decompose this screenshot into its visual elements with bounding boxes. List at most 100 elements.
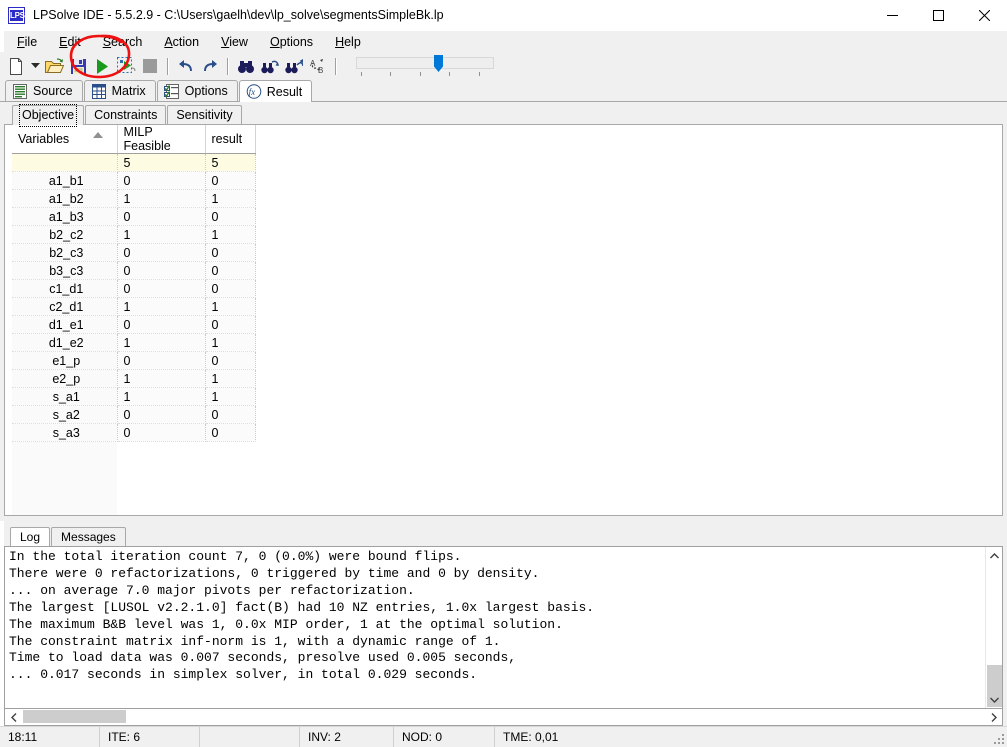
tab-sensitivity[interactable]: Sensitivity bbox=[167, 105, 242, 124]
row-result: 0 bbox=[205, 279, 256, 298]
menu-help-accel: H bbox=[335, 34, 345, 49]
run-play-icon[interactable] bbox=[90, 54, 114, 78]
row-milp-feasible: 0 bbox=[117, 243, 206, 262]
log-vertical-scrollbar[interactable] bbox=[985, 547, 1002, 708]
menu-options-rest: ptions bbox=[279, 34, 314, 49]
replace-ab-icon[interactable]: A B bbox=[306, 54, 330, 78]
objective-value-row[interactable]: 5 5 bbox=[12, 153, 256, 172]
chevron-down-icon[interactable] bbox=[28, 54, 42, 78]
row-result: 0 bbox=[205, 171, 256, 190]
tab-source-label: Source bbox=[33, 84, 73, 98]
column-header-variables-label: Variables bbox=[18, 132, 70, 146]
scroll-down-icon[interactable] bbox=[986, 691, 1003, 708]
menu-file-rest: ile bbox=[24, 34, 38, 49]
close-icon[interactable] bbox=[961, 0, 1007, 31]
column-header-milp-feasible[interactable]: MILP Feasible bbox=[117, 125, 206, 154]
row-variable-name: c1_d1 bbox=[12, 279, 118, 298]
run-selection-icon[interactable] bbox=[114, 54, 138, 78]
maximize-icon[interactable] bbox=[915, 0, 961, 31]
find-previous-icon[interactable] bbox=[282, 54, 306, 78]
menu-view[interactable]: View bbox=[210, 33, 259, 51]
redo-arrow-icon[interactable] bbox=[198, 54, 222, 78]
window-title: LPSolve IDE - 5.5.2.9 - C:\Users\gaelh\d… bbox=[33, 8, 444, 22]
column-header-variables[interactable]: Variables bbox=[12, 125, 118, 154]
tab-result[interactable]: fx Result bbox=[238, 80, 313, 102]
menu-view-accel: V bbox=[221, 34, 230, 49]
undo-arrow-icon[interactable] bbox=[174, 54, 198, 78]
log-horizontal-scroll-thumb[interactable] bbox=[23, 710, 126, 723]
table-row[interactable]: b2_c3 0 0 bbox=[12, 243, 256, 262]
row-variable-name: e2_p bbox=[12, 369, 118, 388]
table-row[interactable]: s_a3 0 0 bbox=[12, 423, 256, 442]
table-row[interactable]: e1_p 0 0 bbox=[12, 351, 256, 370]
new-file-icon[interactable] bbox=[4, 54, 28, 78]
grid-header-row: Variables MILP Feasible result bbox=[12, 125, 256, 154]
menu-help[interactable]: Help bbox=[324, 33, 372, 51]
table-row[interactable]: d1_e1 0 0 bbox=[12, 315, 256, 334]
binoculars-find-icon[interactable] bbox=[234, 54, 258, 78]
tab-sensitivity-label: Sensitivity bbox=[176, 108, 233, 122]
menu-search-rest: earch bbox=[111, 34, 143, 49]
objective-grid-container[interactable]: Variables MILP Feasible result 5 5 a1_b1… bbox=[4, 124, 1003, 516]
window-controls bbox=[869, 0, 1007, 31]
row-milp-feasible: 0 bbox=[117, 279, 206, 298]
row-result: 1 bbox=[205, 225, 256, 244]
table-row[interactable]: a1_b3 0 0 bbox=[12, 207, 256, 226]
result-panel: Objective Constraints Sensitivity Variab… bbox=[0, 101, 1007, 521]
tab-constraints[interactable]: Constraints bbox=[85, 105, 167, 124]
tab-messages[interactable]: Messages bbox=[51, 527, 126, 546]
menu-edit[interactable]: Edit bbox=[48, 33, 92, 51]
scroll-left-icon[interactable] bbox=[5, 710, 22, 725]
menu-options[interactable]: Options bbox=[259, 33, 324, 51]
menu-action[interactable]: Action bbox=[153, 33, 210, 51]
tab-objective[interactable]: Objective bbox=[12, 104, 85, 127]
row-milp-feasible: 1 bbox=[117, 225, 206, 244]
row-variable-name: a1_b1 bbox=[12, 171, 118, 190]
row-milp-feasible: 1 bbox=[117, 333, 206, 352]
table-row[interactable]: s_a1 1 1 bbox=[12, 387, 256, 406]
menu-file[interactable]: File bbox=[6, 33, 48, 51]
table-row[interactable]: b3_c3 0 0 bbox=[12, 261, 256, 280]
open-folder-icon[interactable] bbox=[42, 54, 66, 78]
document-lines-icon bbox=[13, 83, 27, 99]
table-row[interactable]: a1_b1 0 0 bbox=[12, 171, 256, 190]
scroll-up-icon[interactable] bbox=[986, 547, 1003, 564]
tab-source[interactable]: Source bbox=[5, 80, 83, 101]
tab-matrix[interactable]: Matrix bbox=[83, 80, 156, 101]
log-output-text: In the total iteration count 7, 0 (0.0%)… bbox=[9, 549, 595, 683]
menu-search[interactable]: Search bbox=[92, 33, 154, 51]
row-result: 0 bbox=[205, 315, 256, 334]
objective-row-name bbox=[12, 153, 118, 172]
log-output-box[interactable]: In the total iteration count 7, 0 (0.0%)… bbox=[4, 546, 1003, 709]
table-row-filler bbox=[12, 441, 255, 515]
table-row[interactable]: c1_d1 0 0 bbox=[12, 279, 256, 298]
scroll-right-icon[interactable] bbox=[985, 710, 1002, 725]
find-next-icon[interactable] bbox=[258, 54, 282, 78]
tab-log[interactable]: Log bbox=[10, 527, 51, 547]
tab-options[interactable]: Options bbox=[156, 80, 238, 101]
row-result: 0 bbox=[205, 207, 256, 226]
app-icon-label: LPS bbox=[10, 9, 25, 21]
toolbar-slider[interactable] bbox=[356, 55, 494, 77]
row-milp-feasible: 0 bbox=[117, 261, 206, 280]
grid-body: 5 5 a1_b1 0 0 a1_b2 1 1 a1_b3 0 0 b2_c2 1 1 b2_c… bbox=[12, 153, 256, 515]
table-row[interactable]: d1_e2 1 1 bbox=[12, 333, 256, 352]
toolbar-separator-2 bbox=[227, 57, 229, 75]
lpsolve-ide-window: LPS LPSolve IDE - 5.5.2.9 - C:\Users\gae… bbox=[0, 0, 1007, 747]
column-header-result[interactable]: result bbox=[205, 125, 256, 154]
table-row[interactable]: c2_d1 1 1 bbox=[12, 297, 256, 316]
table-row[interactable]: e2_p 1 1 bbox=[12, 369, 256, 388]
table-row[interactable]: a1_b2 1 1 bbox=[12, 189, 256, 208]
table-row[interactable]: s_a2 0 0 bbox=[12, 405, 256, 424]
save-disk-icon[interactable] bbox=[66, 54, 90, 78]
menu-edit-rest: dit bbox=[67, 34, 81, 49]
tab-messages-label: Messages bbox=[61, 530, 116, 544]
toolbar: A B bbox=[0, 52, 1007, 80]
slider-thumb[interactable] bbox=[434, 55, 443, 72]
log-horizontal-scrollbar[interactable] bbox=[4, 709, 1003, 726]
row-milp-feasible: 1 bbox=[117, 387, 206, 406]
table-row[interactable]: b2_c2 1 1 bbox=[12, 225, 256, 244]
minimize-icon[interactable] bbox=[869, 0, 915, 31]
resize-grip-icon[interactable] bbox=[993, 733, 1005, 745]
stop-square-icon[interactable] bbox=[138, 54, 162, 78]
